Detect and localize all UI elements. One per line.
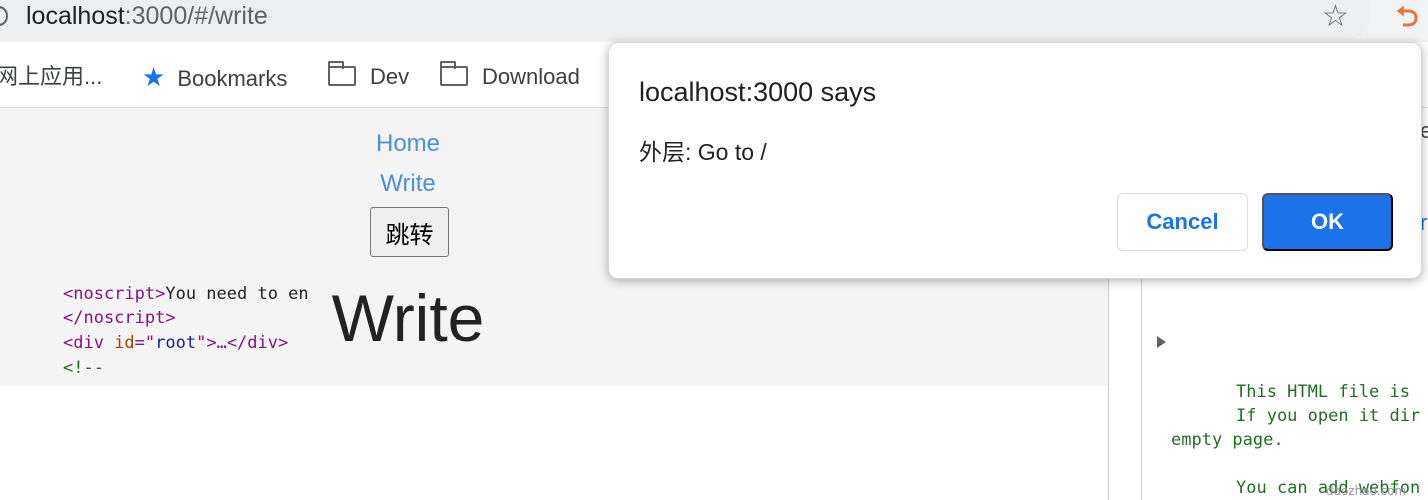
attr-name: id xyxy=(114,333,135,353)
url-text[interactable]: localhost:3000/#/write xyxy=(26,2,268,31)
bookmark-star-icon[interactable]: ☆ xyxy=(1322,0,1349,34)
attr-value: root xyxy=(155,333,197,353)
watermark: daozhao.com xyxy=(1326,484,1407,498)
dom-comment-open[interactable]: <!-- xyxy=(63,356,104,380)
star-icon: ★ xyxy=(142,62,166,92)
dom-node-root[interactable]: <div id="root">…</div> xyxy=(63,331,288,355)
expand-triangle-icon[interactable] xyxy=(1157,336,1166,348)
toolbar: localhost:3000/#/write ☆ ⮌ xyxy=(0,0,1428,42)
bookmark-folder-download[interactable]: Download xyxy=(440,61,580,92)
bookmark-folder-dev[interactable]: Dev xyxy=(328,61,410,92)
dom-comment-line: This HTML file is xyxy=(1236,382,1410,402)
tag-text: =" xyxy=(134,333,156,353)
dom-comment-line: empty page. xyxy=(1171,430,1284,450)
folder-icon xyxy=(440,61,468,86)
dialog-message: 外层: Go to / xyxy=(639,139,767,165)
bookmark-apps[interactable]: 网上应用... xyxy=(0,62,102,92)
jump-button[interactable]: 跳转 xyxy=(370,207,449,257)
bookmark-label: 网上应用... xyxy=(0,64,103,89)
folder-icon xyxy=(328,61,356,86)
url-path: :3000/#/write xyxy=(124,2,268,30)
tag-text: ">…</div> xyxy=(196,333,289,353)
node-text: You need to en xyxy=(165,284,309,304)
nav-link-write[interactable]: Write xyxy=(308,170,508,198)
ok-button[interactable]: OK xyxy=(1262,193,1393,251)
browser-window: localhost:3000/#/write ☆ ⮌ 网上应用... ★ Book… xyxy=(0,0,1428,500)
extension-icon[interactable]: ⮌ xyxy=(1396,2,1418,32)
nav-link-home[interactable]: Home xyxy=(308,130,508,158)
dom-node-noscript-close[interactable]: </noscript> xyxy=(63,306,176,330)
bookmark-bookmarks[interactable]: ★ Bookmarks xyxy=(142,62,287,94)
url-host: localhost xyxy=(26,2,125,30)
bookmark-label: Bookmarks xyxy=(177,66,288,91)
dom-comment-line: If you open it dir xyxy=(1236,406,1421,426)
tree-gutter xyxy=(1141,278,1142,500)
tag-text: <noscript> xyxy=(63,284,166,304)
tag-text: </noscript> xyxy=(63,308,176,328)
dom-node-noscript[interactable]: <noscript>You need to en xyxy=(63,282,309,306)
tag-text: <div xyxy=(63,333,115,353)
bookmark-label: Dev xyxy=(370,64,410,89)
alert-dialog: localhost:3000 says 外层: Go to / Cancel O… xyxy=(608,42,1422,279)
cancel-button[interactable]: Cancel xyxy=(1117,193,1248,251)
bookmark-label: Download xyxy=(482,64,580,89)
dialog-title: localhost:3000 says xyxy=(639,77,877,107)
